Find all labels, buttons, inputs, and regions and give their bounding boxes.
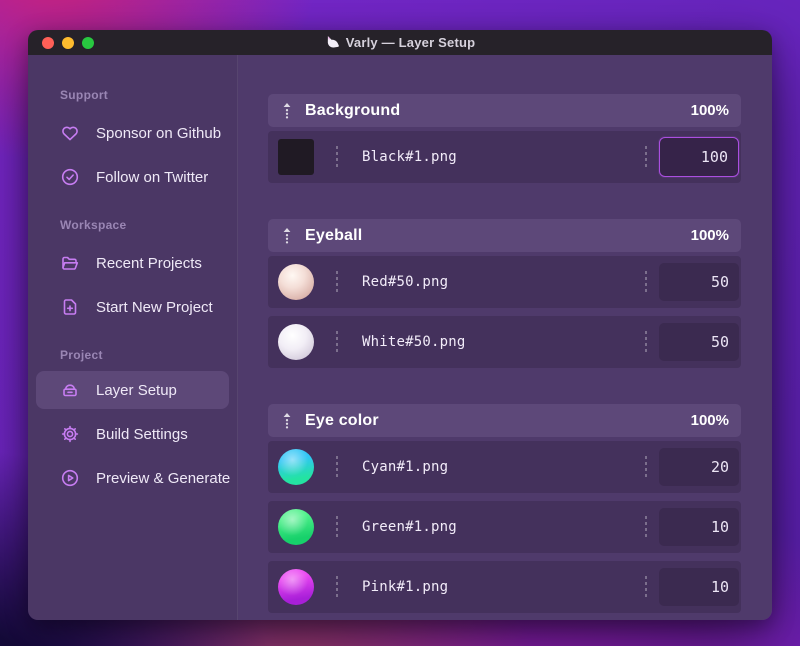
layer-row-red[interactable]: Red#50.png bbox=[268, 256, 741, 308]
sidebar-item-start-new-project[interactable]: Start New Project bbox=[28, 285, 237, 329]
layer-group-eyeball: Eyeball 100% Red#50.png White#50.png bbox=[268, 219, 741, 368]
app-window: Varly — Layer Setup Support Sponsor on G… bbox=[28, 30, 772, 620]
separator bbox=[336, 576, 338, 598]
sidebar-item-label: Layer Setup bbox=[96, 381, 177, 399]
layer-row-black[interactable]: Black#1.png bbox=[268, 131, 741, 183]
separator bbox=[645, 146, 647, 168]
sidebar-item-label: Preview & Generate bbox=[96, 469, 231, 487]
minimize-button[interactable] bbox=[62, 36, 74, 49]
rarity-input[interactable] bbox=[659, 323, 739, 361]
sidebar-item-recent-projects[interactable]: Recent Projects bbox=[28, 241, 237, 285]
traffic-lights bbox=[42, 30, 94, 55]
window-title: Varly — Layer Setup bbox=[325, 35, 476, 50]
separator bbox=[336, 331, 338, 353]
sidebar-item-layer-setup[interactable]: Layer Setup bbox=[36, 371, 229, 409]
sidebar-item-sponsor-github[interactable]: Sponsor on Github bbox=[28, 111, 237, 155]
separator bbox=[645, 331, 647, 353]
sidebar-section-project: Project Layer Setup Build Settings Previ… bbox=[28, 345, 237, 500]
heart-icon bbox=[60, 123, 80, 143]
group-header[interactable]: Background 100% bbox=[268, 94, 741, 127]
group-title: Eyeball bbox=[305, 226, 363, 244]
sidebar: Support Sponsor on Github Follow on Twit… bbox=[28, 55, 238, 620]
separator bbox=[645, 271, 647, 293]
layer-row-green[interactable]: Green#1.png bbox=[268, 501, 741, 553]
sidebar-item-preview-generate[interactable]: Preview & Generate bbox=[28, 456, 237, 500]
group-weight: 100% bbox=[690, 412, 729, 429]
layer-row-cyan[interactable]: Cyan#1.png bbox=[268, 441, 741, 493]
sidebar-item-label: Start New Project bbox=[96, 298, 213, 316]
unicorn-icon bbox=[327, 36, 339, 48]
layer-filename: Pink#1.png bbox=[362, 579, 449, 595]
sidebar-item-follow-twitter[interactable]: Follow on Twitter bbox=[28, 155, 237, 199]
sidebar-item-label: Sponsor on Github bbox=[96, 124, 222, 142]
layers-icon bbox=[60, 380, 80, 400]
layer-filename: White#50.png bbox=[362, 334, 466, 350]
rarity-input[interactable] bbox=[659, 137, 739, 177]
rarity-input[interactable] bbox=[659, 263, 739, 301]
gear-icon bbox=[60, 424, 80, 444]
separator bbox=[645, 456, 647, 478]
separator bbox=[645, 576, 647, 598]
sidebar-item-build-settings[interactable]: Build Settings bbox=[28, 412, 237, 456]
section-label-project: Project bbox=[60, 348, 103, 362]
group-weight: 100% bbox=[690, 102, 729, 119]
layer-group-background: Background 100% Black#1.png bbox=[268, 94, 741, 183]
document-plus-icon bbox=[60, 297, 80, 317]
folder-icon bbox=[60, 253, 80, 273]
separator bbox=[336, 146, 338, 168]
group-weight: 100% bbox=[690, 227, 729, 244]
layer-thumbnail bbox=[278, 324, 314, 360]
sidebar-section-support: Support Sponsor on Github Follow on Twit… bbox=[28, 85, 237, 199]
layer-thumbnail bbox=[278, 139, 314, 175]
group-header[interactable]: Eye color 100% bbox=[268, 404, 741, 437]
play-circle-icon bbox=[60, 468, 80, 488]
separator bbox=[336, 271, 338, 293]
layer-row-pink[interactable]: Pink#1.png bbox=[268, 561, 741, 613]
drag-handle-icon[interactable] bbox=[282, 102, 292, 120]
window-title-text: Varly — Layer Setup bbox=[345, 35, 476, 50]
drag-handle-icon[interactable] bbox=[282, 227, 292, 245]
layer-thumbnail bbox=[278, 509, 314, 545]
section-label-workspace: Workspace bbox=[60, 218, 127, 232]
sidebar-item-label: Follow on Twitter bbox=[96, 168, 209, 186]
section-label-support: Support bbox=[60, 88, 109, 102]
drag-handle-icon[interactable] bbox=[282, 412, 292, 430]
group-header[interactable]: Eyeball 100% bbox=[268, 219, 741, 252]
layer-thumbnail bbox=[278, 569, 314, 605]
layer-row-white[interactable]: White#50.png bbox=[268, 316, 741, 368]
layer-filename: Cyan#1.png bbox=[362, 459, 449, 475]
rarity-input[interactable] bbox=[659, 508, 739, 546]
sidebar-section-workspace: Workspace Recent Projects Start New Proj… bbox=[28, 215, 237, 329]
layer-group-eye-color: Eye color 100% Cyan#1.png Green#1.png bbox=[268, 404, 741, 613]
rarity-input[interactable] bbox=[659, 568, 739, 606]
sidebar-item-label: Build Settings bbox=[96, 425, 188, 443]
separator bbox=[336, 516, 338, 538]
layer-filename: Red#50.png bbox=[362, 274, 449, 290]
titlebar[interactable]: Varly — Layer Setup bbox=[28, 30, 772, 55]
rarity-input[interactable] bbox=[659, 448, 739, 486]
zoom-button[interactable] bbox=[82, 36, 94, 49]
group-title: Eye color bbox=[305, 411, 379, 429]
layer-filename: Black#1.png bbox=[362, 149, 457, 165]
layer-thumbnail bbox=[278, 264, 314, 300]
layer-filename: Green#1.png bbox=[362, 519, 457, 535]
layer-setup-panel: Background 100% Black#1.png 100 Eyeball … bbox=[238, 55, 772, 620]
badge-check-icon bbox=[60, 167, 80, 187]
close-button[interactable] bbox=[42, 36, 54, 49]
layer-thumbnail bbox=[278, 449, 314, 485]
sidebar-item-label: Recent Projects bbox=[96, 254, 202, 272]
separator bbox=[336, 456, 338, 478]
group-title: Background bbox=[305, 101, 401, 119]
separator bbox=[645, 516, 647, 538]
